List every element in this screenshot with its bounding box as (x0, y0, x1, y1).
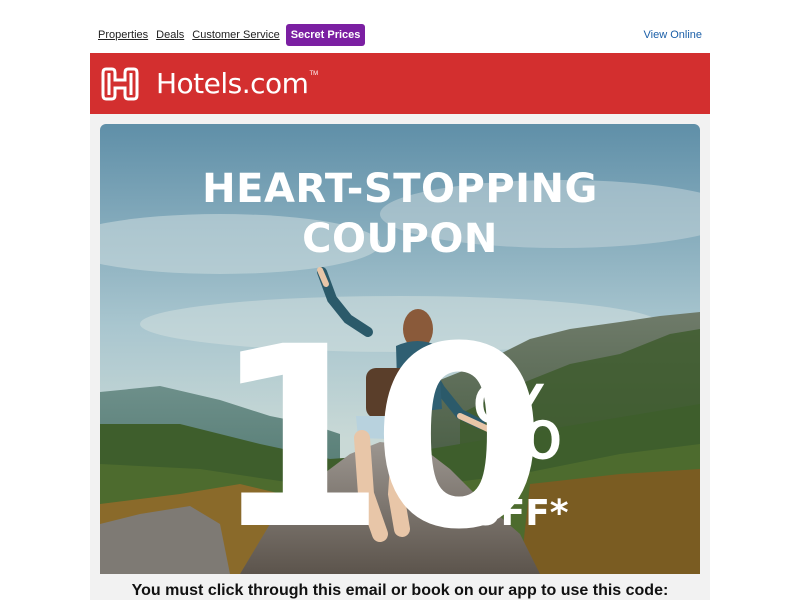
secret-prices-button[interactable]: Secret Prices (285, 24, 366, 46)
view-online-link[interactable]: View Online (644, 28, 703, 42)
coupon-headline: HEART-STOPPING COUPON (100, 164, 700, 264)
percent-symbol: % (470, 365, 566, 482)
hotels-logo[interactable]: Hotels.com TM (100, 65, 318, 103)
nav-link-properties[interactable]: Properties (98, 28, 148, 42)
nav-link-customer-service[interactable]: Customer Service (192, 28, 279, 42)
coupon-instruction-text: You must click through this email or boo… (100, 574, 700, 600)
top-navigation: Properties Deals Customer Service Secret… (90, 20, 710, 50)
hero-coupon-image[interactable]: HEART-STOPPING COUPON 10 % OFF* (100, 124, 700, 574)
brand-header: Hotels.com TM (90, 53, 710, 114)
trademark-mark: TM (309, 71, 319, 77)
brand-name: Hotels.com (156, 67, 309, 100)
headline-line-1: HEART-STOPPING (202, 166, 598, 212)
nav-link-deals[interactable]: Deals (156, 28, 184, 42)
off-label: OFF* (470, 493, 569, 534)
headline-line-2: COUPON (302, 216, 498, 262)
hotels-h-logo-icon (101, 67, 139, 101)
